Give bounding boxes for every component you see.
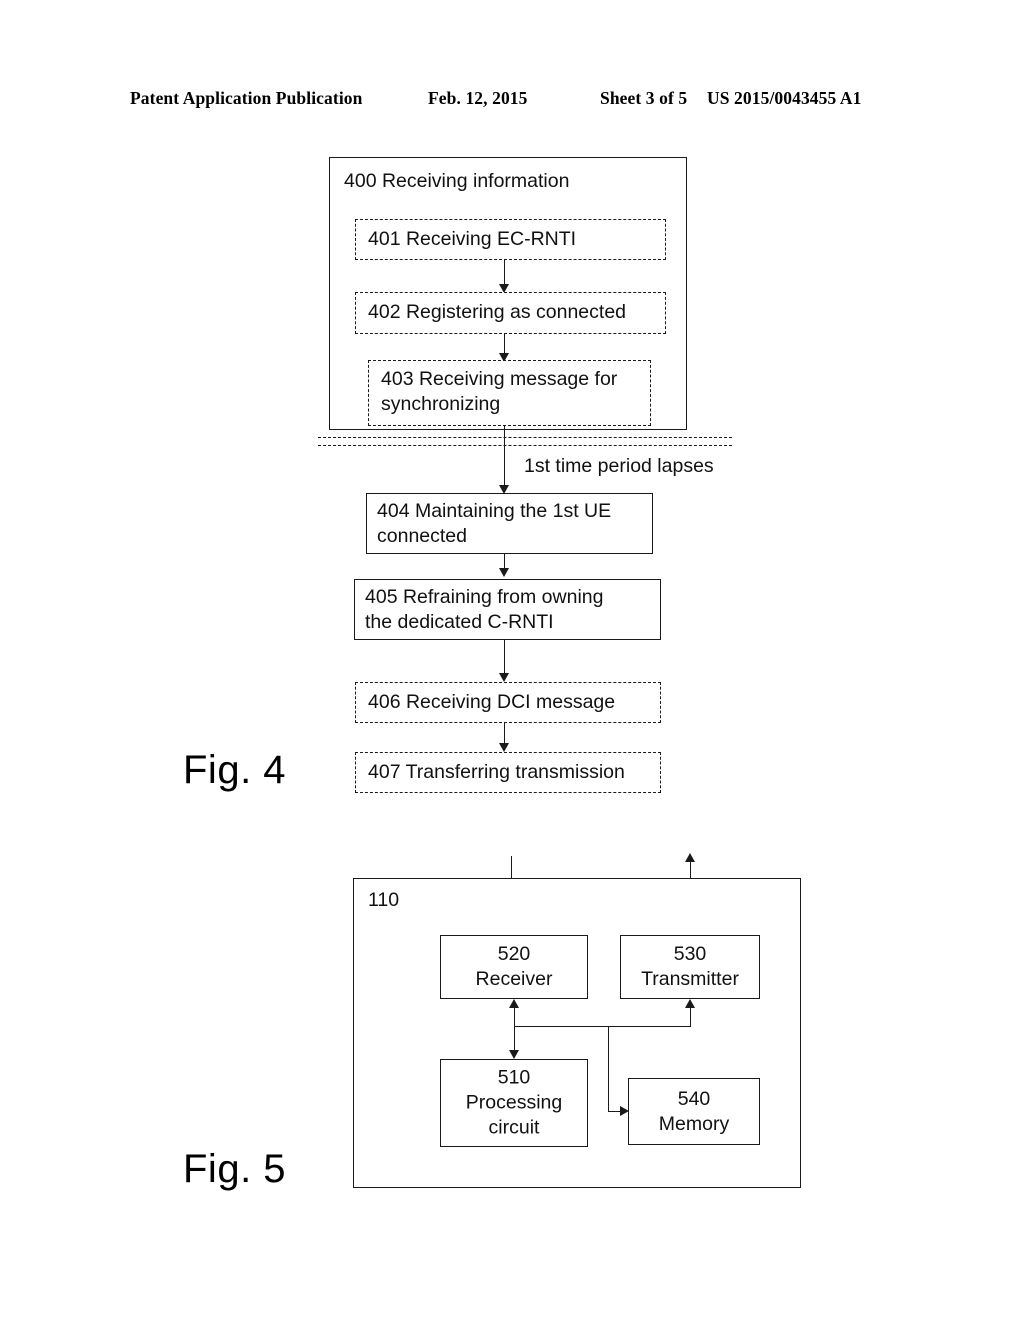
figure4-step-403-label: 403 Receiving message for synchronizing [381, 368, 618, 415]
figure4-step-406: 406 Receiving DCI message [355, 682, 661, 723]
time-period-annotation: 1st time period lapses [524, 455, 714, 477]
figure4-step-403: 403 Receiving message for synchronizing [368, 360, 651, 426]
connector-403-404 [504, 426, 505, 488]
figure4-step-402: 402 Registering as connected [355, 292, 666, 334]
header-sheet: Sheet 3 of 5 [600, 88, 688, 108]
figure4-step-404-label: 404 Maintaining the 1st UE connected [377, 500, 612, 547]
figure5-block-transmitter: 530 Transmitter [620, 935, 760, 999]
arrowhead-404-405-icon [499, 568, 509, 577]
figure4-caption: Fig. 4 [183, 748, 287, 792]
connector-receiver-processing [514, 1006, 515, 1054]
arrowhead-405-406-icon [499, 673, 509, 682]
figure4-outer-box-label: 400 Receiving information [344, 170, 570, 192]
arrowhead-406-407-icon [499, 743, 509, 752]
figure4-step-401: 401 Receiving EC-RNTI [355, 219, 666, 260]
patent-drawing-page: Patent Application Publication Feb. 12, … [0, 0, 1024, 1320]
figure4-step-405: 405 Refraining from owning the dedicated… [354, 579, 661, 640]
figure5-caption: Fig. 5 [183, 1147, 287, 1191]
connector-bus-transmitter [690, 1008, 691, 1027]
figure5-bus-line [514, 1026, 691, 1027]
figure4-step-407-label: 407 Transferring transmission [368, 761, 625, 783]
time-separator-rule-top [318, 437, 732, 438]
figure5-block-processing-circuit-label: 510 Processing circuit [465, 1066, 563, 1139]
figure5-block-memory: 540 Memory [628, 1078, 760, 1145]
figure5-block-memory-label: 540 Memory [658, 1087, 730, 1135]
header-date: Feb. 12, 2015 [428, 88, 528, 108]
figure5-block-receiver-label: 520 Receiver [475, 943, 553, 990]
figure4-step-402-label: 402 Registering as connected [368, 301, 627, 323]
figure4-step-404: 404 Maintaining the 1st UE connected [366, 493, 653, 554]
figure4-step-405-label: 405 Refraining from owning the dedicated… [365, 586, 604, 633]
time-separator-rule-bottom [318, 445, 732, 446]
figure5-block-receiver: 520 Receiver [440, 935, 588, 999]
header-publication: Patent Application Publication [130, 88, 363, 108]
figure4-step-401-label: 401 Receiving EC-RNTI [368, 228, 577, 250]
arrowhead-to-processing-icon [509, 1050, 519, 1059]
connector-401-402 [504, 260, 505, 286]
arrowhead-to-memory-icon [620, 1106, 629, 1116]
figure5-outbound-arrowhead-icon [685, 853, 695, 862]
figure5-block-processing-circuit: 510 Processing circuit [440, 1059, 588, 1147]
connector-bus-memory-vertical [608, 1026, 609, 1111]
figure5-block-transmitter-label: 530 Transmitter [641, 943, 739, 990]
figure4-step-406-label: 406 Receiving DCI message [368, 691, 616, 713]
figure5-outer-box-ref: 110 [368, 889, 400, 911]
arrowhead-to-receiver-icon [509, 999, 519, 1008]
figure4-step-407: 407 Transferring transmission [355, 752, 661, 793]
header-doc-number: US 2015/0043455 A1 [707, 88, 862, 108]
page-header: Patent Application Publication Feb. 12, … [0, 88, 1024, 114]
arrowhead-to-transmitter-icon [685, 999, 695, 1008]
